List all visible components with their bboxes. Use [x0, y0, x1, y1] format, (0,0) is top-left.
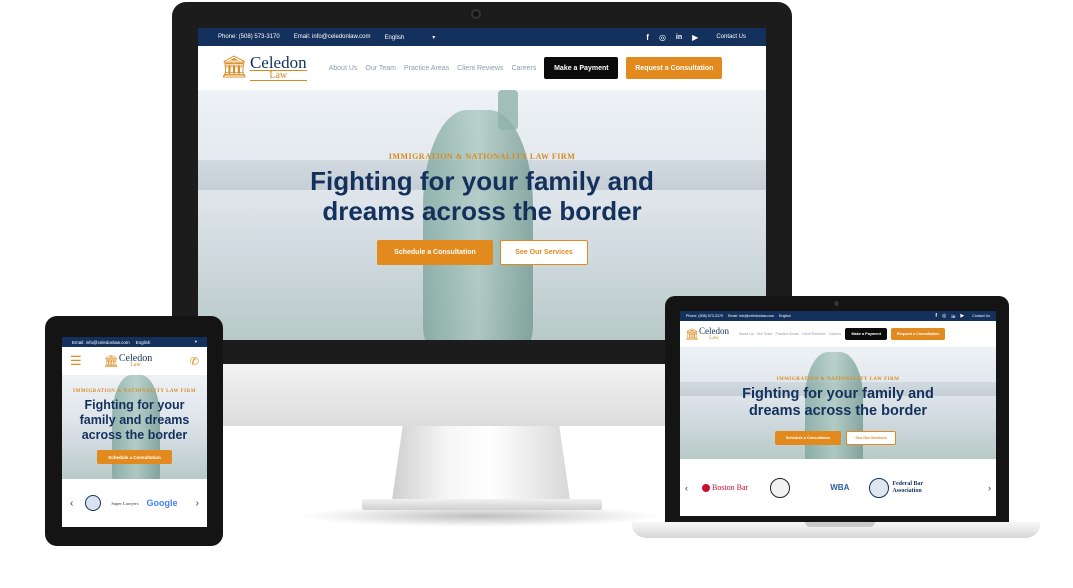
laptop-phone[interactable]: Phone: (508) 573-3170 — [686, 314, 723, 318]
linkedin-icon[interactable]: in — [951, 314, 955, 319]
laptop-headline-line-2: dreams across the border — [748, 403, 928, 419]
headline-line-1: Fighting for your family and — [310, 166, 654, 196]
schedule-consultation-button[interactable]: Schedule a Consultation — [377, 240, 493, 265]
hamburger-icon[interactable]: ☰ — [70, 353, 82, 369]
federal-bar-text: Federal Bar Association — [892, 480, 924, 494]
boston-bar-icon — [702, 483, 710, 492]
logo[interactable]: 🏛 Celedon Law — [220, 52, 307, 82]
tablet-eyebrow: IMMIGRATION & NATIONALITY LAW FIRM — [73, 389, 196, 394]
seal-logo — [770, 477, 791, 498]
instagram-icon[interactable]: ◎ — [659, 33, 666, 42]
laptop-eyebrow: IMMIGRATION & NATIONALITY LAW FIRM — [776, 377, 900, 382]
tablet-headline-line-1: Fighting for your — [84, 398, 185, 412]
laptop-headline-line-1: Fighting for your family and — [742, 386, 934, 402]
wba-logo: WBA — [830, 483, 850, 492]
chevron-down-icon: ▾ — [194, 339, 197, 344]
tablet-headline-line-2: family and dreams — [79, 413, 190, 427]
nav-about-us[interactable]: About Us — [329, 65, 358, 72]
nav-links: About Us Our Team Practice Areas Client … — [329, 65, 537, 72]
laptop-brand-sub: Law — [709, 334, 719, 341]
laptop-top-bar: Phone: (508) 573-3170 Email: info@celedo… — [680, 311, 996, 321]
tablet-nav: ☰ 🏛 Celedon Law ✆ — [62, 347, 207, 375]
headline-line-2: dreams across the border — [322, 196, 642, 226]
youtube-icon[interactable]: ▶ — [960, 313, 964, 319]
make-payment-button[interactable]: Make a Payment — [544, 57, 619, 79]
laptop-nav-links: About Us Our Team Practice Areas Client … — [739, 332, 841, 336]
chevron-down-icon: ▾ — [432, 34, 436, 41]
boston-bar-text: Boston Bar — [712, 483, 749, 492]
email-link[interactable]: Email: info@celedonlaw.com — [294, 34, 371, 40]
boston-bar-logo: Boston Bar — [702, 483, 748, 492]
facebook-icon[interactable]: f — [935, 313, 937, 319]
tablet-hero: IMMIGRATION & NATIONALITY LAW FIRM Fight… — [62, 375, 207, 479]
laptop-website: Phone: (508) 573-3170 Email: info@celedo… — [680, 311, 996, 516]
tablet-language[interactable]: English — [136, 340, 151, 345]
see-services-button[interactable]: See Our Services — [500, 240, 588, 265]
brand-name: Celedon — [249, 52, 307, 72]
hero-headline: Fighting for your family and dreams acro… — [198, 166, 766, 226]
main-nav: 🏛 Celedon Law About Us Our Team Practice… — [198, 46, 766, 90]
laptop-email[interactable]: Email: info@celedonlaw.com — [728, 314, 774, 318]
seal-logo — [85, 495, 102, 511]
laptop-headline: Fighting for your family and dreams acro… — [680, 386, 996, 420]
chevron-right-icon[interactable]: › — [988, 483, 991, 493]
facebook-icon[interactable]: f — [646, 33, 649, 42]
imac-base — [362, 499, 602, 510]
tablet-headline-line-3: across the border — [81, 428, 188, 442]
laptop-logo[interactable]: 🏛 Celedon Law — [685, 327, 729, 341]
courthouse-icon: 🏛 — [220, 55, 248, 81]
request-consultation-button[interactable]: Request a Consultation — [626, 57, 723, 79]
laptop-contact-link[interactable]: Contact Us — [972, 314, 990, 318]
nav-about-us[interactable]: About Us — [739, 332, 754, 336]
courthouse-icon: 🏛 — [685, 327, 699, 341]
chevron-left-icon[interactable]: ‹ — [685, 483, 688, 493]
laptop-nav: 🏛 Celedon Law About Us Our Team Practice… — [680, 321, 996, 347]
tablet-logos: ‹ Super Lawyers Google › — [62, 479, 207, 527]
nav-our-team[interactable]: Our Team — [757, 332, 773, 336]
contact-us-link[interactable]: Contact Us — [716, 34, 746, 40]
super-lawyers-logo: Super Lawyers — [111, 500, 139, 506]
language-value: English — [384, 34, 405, 41]
nav-careers[interactable]: Careers — [511, 65, 536, 72]
laptop-make-payment-button[interactable]: Make a Payment — [845, 328, 888, 340]
youtube-icon[interactable]: ▶ — [692, 33, 698, 42]
top-bar: Phone: (508) 573-3170 Email: info@celedo… — [198, 28, 766, 46]
tablet-email-link[interactable]: Email: info@celedonlaw.com — [72, 340, 130, 345]
chevron-right-icon[interactable]: › — [196, 498, 199, 509]
nav-careers[interactable]: Careers — [828, 332, 841, 336]
chevron-left-icon[interactable]: ‹ — [70, 498, 73, 509]
torch-image — [498, 90, 518, 130]
phone-link[interactable]: Phone: (508) 573-3170 — [218, 34, 280, 40]
laptop-request-consultation-button[interactable]: Request a Consultation — [891, 328, 946, 340]
laptop-hero: IMMIGRATION & NATIONALITY LAW FIRM Fight… — [680, 347, 996, 459]
laptop-language[interactable]: English — [779, 314, 791, 318]
laptop-notch — [805, 522, 875, 527]
phone-icon[interactable]: ✆ — [190, 355, 199, 368]
nav-practice-areas[interactable]: Practice Areas — [775, 332, 798, 336]
desktop-website: Phone: (508) 573-3170 Email: info@celedo… — [198, 28, 766, 340]
instagram-icon[interactable]: ◎ — [942, 313, 946, 319]
linkedin-icon[interactable]: in — [676, 34, 682, 41]
courthouse-icon: 🏛 — [103, 353, 119, 368]
tablet-top-bar: Email: info@celedonlaw.com English ▾ — [62, 337, 207, 347]
language-select[interactable]: English ▾ — [385, 34, 436, 41]
nav-our-team[interactable]: Our Team — [365, 65, 396, 72]
nav-client-reviews[interactable]: Client Reviews — [802, 332, 826, 336]
google-logo: Google — [146, 498, 178, 508]
tablet-website: Email: info@celedonlaw.com English ▾ ☰ 🏛… — [62, 337, 207, 527]
laptop-schedule-button[interactable]: Schedule a Consultation — [775, 431, 841, 445]
tablet-headline: Fighting for your family and dreams acro… — [62, 398, 207, 443]
laptop-logos: ‹ Boston Bar WBA Federal Bar Association… — [680, 459, 996, 516]
imac-camera — [471, 9, 481, 19]
hero-eyebrow: IMMIGRATION & NATIONALITY LAW FIRM — [388, 152, 576, 161]
laptop-services-button[interactable]: See Our Services — [846, 431, 896, 445]
tablet-logo[interactable]: 🏛 Celedon Law — [103, 353, 153, 368]
imac-stand — [392, 426, 570, 500]
laptop-camera — [834, 301, 839, 306]
tablet-schedule-button[interactable]: Schedule a Consultation — [97, 450, 172, 464]
nav-client-reviews[interactable]: Client Reviews — [457, 65, 503, 72]
nav-practice-areas[interactable]: Practice Areas — [404, 65, 449, 72]
federal-bar-seal — [869, 477, 890, 498]
